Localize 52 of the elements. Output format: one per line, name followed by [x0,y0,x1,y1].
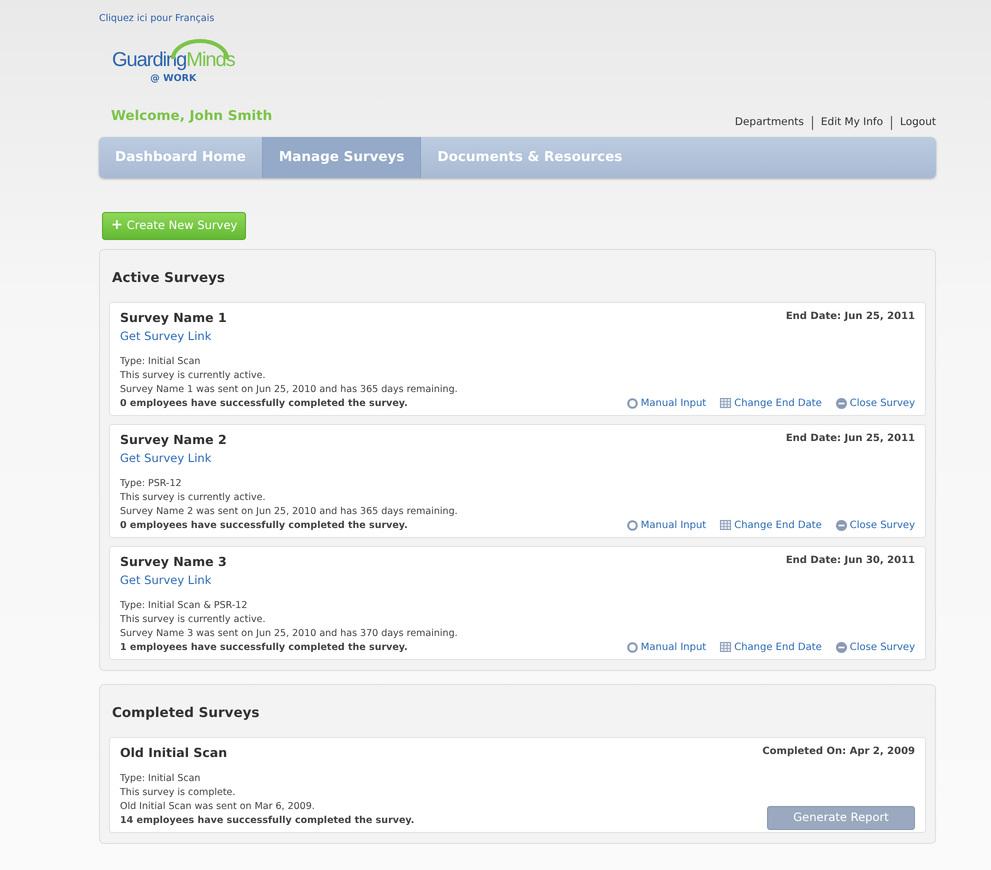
welcome-message: Welcome, John Smith [111,107,272,126]
survey-link[interactable]: Get Survey Link [120,326,212,345]
survey-detail: Type: Initial Scan & PSR-12 [120,598,248,613]
survey-name: Survey Name 2 [120,430,227,449]
completion-count: 14 employees have successfully completed the survey. [120,814,414,828]
survey-date: End Date: Jun 25, 2011 [786,432,915,446]
survey-detail: Type: Initial Scan [120,354,202,369]
completion-count: 0 employees have successfully completed the survey. [120,518,409,533]
survey-date: End Date: Jun 30, 2011 [786,554,915,568]
action-link[interactable]: Close Survey [836,396,915,411]
action-link[interactable]: Manual Input [626,396,706,411]
calendar-icon [720,520,732,530]
survey-name: Survey Name 3 [120,552,227,571]
language-link[interactable]: Cliquez ici pour Français [99,12,214,26]
survey-detail: This survey is currently active. [120,612,266,627]
survey-name: Old Initial Scan [120,744,228,762]
action-link[interactable]: Close Survey [836,518,915,533]
action-link[interactable]: Change End Date [720,518,822,533]
minus-circle-icon [836,520,847,531]
minus-circle-icon [836,642,847,653]
survey-date: Completed On: Apr 2, 2009 [762,745,915,759]
calendar-icon [720,642,732,652]
user-link[interactable]: Logout [900,114,936,130]
action-link[interactable]: Change End Date [720,640,822,655]
user-link[interactable]: Departments [734,114,804,130]
calendar-icon [720,398,732,408]
minus-circle-icon [836,398,847,409]
survey-detail: Survey Name 1 was sent on Jun 25, 2010 and has 365 days remaining. [120,382,458,397]
section-title: Completed Surveys [111,704,260,723]
completion-count: 0 employees have successfully completed the survey. [120,396,409,411]
survey-detail: Survey Name 2 was sent on Jun 25, 2010 and has 365 days remaining. [120,504,458,519]
survey-link[interactable]: Get Survey Link [120,448,212,467]
survey-detail: This survey is currently active. [120,490,266,505]
survey-name: Survey Name 1 [120,308,227,327]
completion-count: 1 employees have successfully completed the survey. [120,640,409,655]
survey-detail: Type: PSR-12 [120,476,183,491]
section-title: Active Surveys [111,268,226,288]
survey-detail: This survey is complete. [120,786,236,800]
survey-link[interactable]: Get Survey Link [120,570,212,589]
circle-icon [626,520,638,531]
survey-detail: This survey is currently active. [120,368,266,383]
action-link[interactable]: Manual Input [626,518,706,533]
circle-icon [626,398,638,409]
circle-icon [626,642,638,653]
user-link[interactable]: Edit My Info [820,114,884,130]
survey-detail: Survey Name 3 was sent on Jun 25, 2010 and has 370 days remaining. [120,626,458,641]
action-link[interactable]: Change End Date [720,396,822,411]
survey-detail: Old Initial Scan was sent on Mar 6, 2009. [120,800,316,814]
action-link[interactable]: Manual Input [626,640,706,655]
survey-date: End Date: Jun 25, 2011 [786,310,915,324]
survey-detail: Type: Initial Scan [120,772,202,786]
action-link[interactable]: Close Survey [836,640,915,655]
